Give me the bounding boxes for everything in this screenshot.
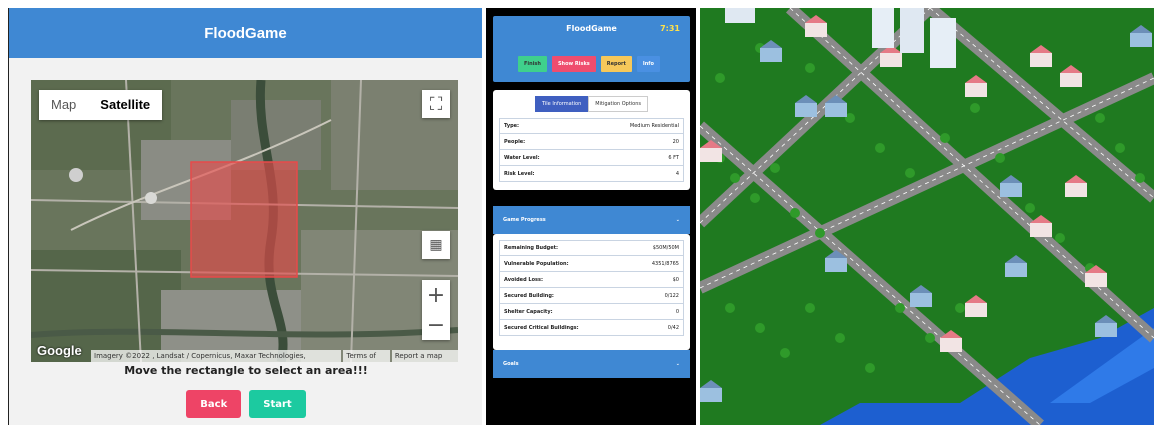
fullscreen-button[interactable]: ⛶ xyxy=(422,90,450,118)
table-row: Secured Critical Buildings: 0/42 xyxy=(499,320,684,336)
game-timer: 7:31 xyxy=(660,24,680,33)
chevron-down-icon: ⌄ xyxy=(675,361,680,367)
goals-title: Goals xyxy=(503,361,519,367)
table-row: Water Level: 6 FT xyxy=(499,150,684,166)
game-action-buttons: Finish Show Risks Report Info xyxy=(518,56,660,72)
map-type-map-button[interactable]: Map xyxy=(39,90,88,120)
imagery-credit: Imagery ©2022 , Landsat / Copernicus, Ma… xyxy=(91,350,342,362)
map-type-satellite-button[interactable]: Satellite xyxy=(88,90,162,120)
table-row: Remaining Budget: $50M/50M xyxy=(499,240,684,256)
tab-tile-information[interactable]: Tile Information xyxy=(534,96,589,112)
back-button[interactable]: Back xyxy=(186,390,242,418)
report-button[interactable]: Report xyxy=(600,56,632,72)
zoom-control: + − xyxy=(422,280,450,340)
setup-actions: Back Start xyxy=(9,390,483,422)
tile-info-table: Type: Medium Residential People: 20 Water … xyxy=(493,118,690,182)
game-progress-title: Game Progress xyxy=(503,217,546,223)
street-view-button[interactable]: ▦ xyxy=(422,231,450,259)
area-selection-panel: FloodGame Map Satellite ⛶ ▦ + − Google I… xyxy=(8,8,482,425)
tab-mitigation-options[interactable]: Mitigation Options xyxy=(588,96,649,112)
game-world-view[interactable] xyxy=(700,8,1154,425)
zoom-in-button[interactable]: + xyxy=(422,280,450,310)
table-row: Type: Medium Residential xyxy=(499,118,684,134)
game-header: FloodGame 7:31 Finish Show Risks Report … xyxy=(493,16,690,82)
game-sidebar: FloodGame 7:31 Finish Show Risks Report … xyxy=(486,8,696,425)
minus-icon: − xyxy=(426,312,446,338)
map-type-control: Map Satellite xyxy=(39,90,163,120)
table-row: Shelter Capacity: 0 xyxy=(499,304,684,320)
tile-info-card: Tile Information Mitigation Options Type… xyxy=(493,90,690,190)
satellite-imagery xyxy=(31,80,458,362)
satellite-map[interactable]: Map Satellite ⛶ ▦ + − Google Imagery ©20… xyxy=(31,80,458,362)
instruction-text: Move the rectangle to select an area!!! xyxy=(124,364,368,377)
table-row: Risk Level: 4 xyxy=(499,166,684,182)
selection-rectangle xyxy=(190,161,298,278)
report-map-error-link[interactable]: Report a map error xyxy=(391,350,458,362)
map-attribution: Imagery ©2022 , Landsat / Copernicus, Ma… xyxy=(31,350,458,362)
table-row: Secured Building: 0/122 xyxy=(499,288,684,304)
setup-title: FloodGame xyxy=(204,24,287,42)
info-button[interactable]: Info xyxy=(636,56,660,72)
app-screen: FloodGame Map Satellite ⛶ ▦ + − Google I… xyxy=(0,0,1154,425)
terms-link[interactable]: Terms of Use xyxy=(343,350,390,362)
setup-header: FloodGame xyxy=(9,8,482,58)
table-row: People: 20 xyxy=(499,134,684,150)
game-progress-card: Remaining Budget: $50M/50M Vulnerable Pop… xyxy=(493,234,690,350)
isometric-city-scene xyxy=(700,8,1154,425)
table-row: Avoided Loss: $0 xyxy=(499,272,684,288)
chevron-down-icon: ⌄ xyxy=(675,217,680,223)
show-risks-button[interactable]: Show Risks xyxy=(551,56,596,72)
start-button[interactable]: Start xyxy=(249,390,306,418)
table-row: Vulnerable Population: 4351/8765 xyxy=(499,256,684,272)
finish-button[interactable]: Finish xyxy=(518,56,547,72)
game-progress-header[interactable]: Game Progress ⌄ xyxy=(493,206,690,234)
grid-icon: ▦ xyxy=(429,237,443,253)
plus-icon: + xyxy=(426,282,446,308)
goals-header[interactable]: Goals ⌄ xyxy=(493,350,690,378)
zoom-out-button[interactable]: − xyxy=(422,310,450,340)
fullscreen-icon: ⛶ xyxy=(429,93,443,115)
info-tabs: Tile Information Mitigation Options xyxy=(493,90,690,112)
